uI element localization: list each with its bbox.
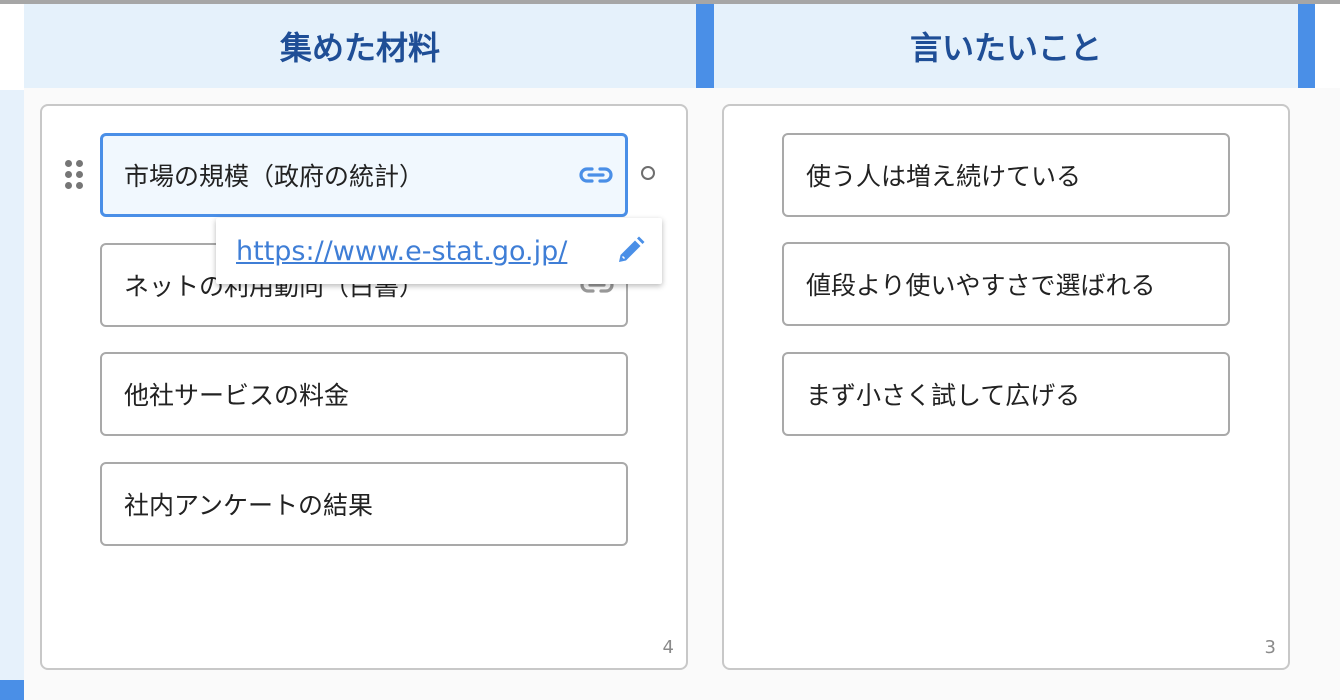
message-card[interactable]: まず小さく試して広げる [782,352,1230,436]
message-card[interactable]: 値段より使いやすさで選ばれる [782,242,1230,326]
card-label: 他社サービスの料金 [124,381,350,410]
material-card[interactable]: 他社サービスの料金 [100,352,628,436]
drag-handle-icon[interactable] [63,158,87,192]
card-label: 社内アンケートの結果 [124,491,374,520]
left-strip-accent [0,680,24,700]
column-title: 集めた材料 [279,29,440,67]
popover-url-link[interactable]: https://www.e-stat.go.jp/ [236,236,567,267]
pencil-icon[interactable] [614,235,646,267]
column-header-materials: 集めた材料 [24,4,696,88]
left-strip [0,90,24,680]
card-count: 3 [1264,637,1276,658]
material-card[interactable]: 社内アンケートの結果 [100,462,628,546]
link-icon[interactable] [577,163,615,187]
column-header-messages: 言いたいこと [714,4,1298,88]
right-edge [1315,4,1340,88]
link-popover: https://www.e-stat.go.jp/ [216,218,662,284]
card-label: 値段より使いやすさで選ばれる [806,271,1156,300]
radio-circle-icon[interactable] [641,166,655,180]
message-card[interactable]: 使う人は増え続けている [782,133,1230,217]
card-count: 4 [662,637,674,658]
column-title: 言いたいこと [909,29,1102,67]
material-card[interactable]: 市場の規模（政府の統計） [100,133,628,217]
column-divider[interactable] [696,4,714,88]
card-label: 市場の規模（政府の統計） [124,162,425,191]
column-divider[interactable] [1298,4,1315,88]
card-label: 使う人は増え続けている [806,162,1082,191]
card-label: まず小さく試して広げる [806,381,1081,410]
